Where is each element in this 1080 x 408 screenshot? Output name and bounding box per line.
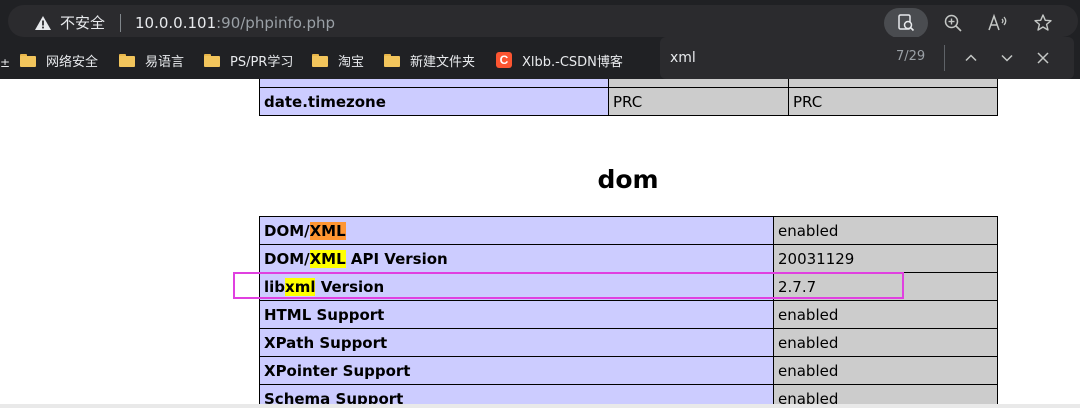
page-bottom-edge xyxy=(0,404,1080,408)
url-box[interactable]: 不安全 10.0.0.101:90/phpinfo.php xyxy=(8,5,1078,38)
directive-value: enabled xyxy=(773,300,998,329)
csdn-icon: C xyxy=(496,52,512,68)
read-aloud-icon xyxy=(988,13,1007,31)
url-path: :90/phpinfo.php xyxy=(216,14,336,32)
bookmark-label: PS/PR学习 xyxy=(230,54,294,70)
directive-name: XPointer Support xyxy=(259,356,774,385)
directive-value: enabled xyxy=(773,328,998,357)
find-bar: 7/29 xyxy=(660,37,1074,79)
folder-icon xyxy=(119,53,135,67)
bookmark-label: 淘宝 xyxy=(338,54,365,70)
find-input[interactable] xyxy=(670,48,890,68)
url-host: 10.0.0.101 xyxy=(135,14,217,32)
folder-icon xyxy=(312,53,328,67)
table-row: XPointer Support enabled xyxy=(259,356,998,385)
chevron-up-icon xyxy=(965,54,977,62)
bookmark-label: 易语言 xyxy=(145,54,185,70)
zoom-button[interactable] xyxy=(938,8,968,38)
bookmark-label: 新建文件夹 xyxy=(410,54,476,70)
bookmark-label: 网络安全 xyxy=(46,54,99,70)
table-row: date.timezone PRC PRC xyxy=(259,87,998,116)
directive-name: DOM/XML API Version xyxy=(259,244,774,273)
directive-name: date.timezone xyxy=(259,87,609,116)
directive-name: XPath Support xyxy=(259,328,774,357)
master-value: PRC xyxy=(788,87,998,116)
read-mode-button[interactable] xyxy=(884,8,928,38)
find-highlight: XML xyxy=(309,249,346,268)
bookmark-pspr[interactable]: PS/PR学习 xyxy=(204,50,293,70)
table-row: HTML Support enabled xyxy=(259,300,998,329)
directive-name: DOM/XML xyxy=(259,216,774,245)
annotation-highlight-box xyxy=(233,272,904,299)
directive-text: API Version xyxy=(345,249,448,268)
read-aloud-button[interactable] xyxy=(983,8,1013,38)
bookmark-csdn-blog[interactable]: C Xlbb.-CSDN博客 xyxy=(496,50,623,70)
table-row: XPath Support enabled xyxy=(259,328,998,357)
close-icon xyxy=(1037,52,1049,64)
chevron-down-icon xyxy=(1001,54,1013,62)
bookmarks-overflow[interactable]: ± xyxy=(0,56,10,70)
url-separator xyxy=(120,14,121,32)
find-match-count: 7/29 xyxy=(896,49,926,64)
bookmark-wangluo-anquan[interactable]: 网络安全 xyxy=(20,50,98,70)
folder-icon xyxy=(20,53,36,67)
bookmark-taobao[interactable]: 淘宝 xyxy=(312,50,364,70)
page-search-icon xyxy=(898,14,915,32)
local-value: PRC xyxy=(608,87,789,116)
folder-icon xyxy=(384,53,400,67)
find-previous-button[interactable] xyxy=(959,46,983,70)
date-config-table: date.timezone PRC PRC xyxy=(259,79,998,116)
table-row: DOM/XML API Version 20031129 xyxy=(259,244,998,273)
dom-table: DOM/XML enabled DOM/XML API Version 2003… xyxy=(259,216,998,408)
table-row xyxy=(259,79,998,88)
bookmark-new-folder[interactable]: 新建文件夹 xyxy=(384,50,475,70)
find-next-button[interactable] xyxy=(995,46,1019,70)
directive-value: 20031129 xyxy=(773,244,998,273)
bookmark-yiyuyan[interactable]: 易语言 xyxy=(119,50,184,70)
folder-icon xyxy=(204,53,220,67)
directive-value: enabled xyxy=(773,356,998,385)
warning-icon[interactable] xyxy=(34,15,52,31)
section-title: dom xyxy=(597,165,659,194)
find-separator xyxy=(944,45,945,71)
find-close-button[interactable] xyxy=(1031,46,1055,70)
table-row: DOM/XML enabled xyxy=(259,216,998,245)
directive-value: enabled xyxy=(773,216,998,245)
address-bar: 不安全 10.0.0.101:90/phpinfo.php xyxy=(0,3,1080,39)
table-cell-hidden xyxy=(608,79,789,88)
directive-name: HTML Support xyxy=(259,300,774,329)
bookmark-label: Xlbb.-CSDN博客 xyxy=(522,54,623,70)
star-icon xyxy=(1034,14,1052,31)
directive-text: DOM/ xyxy=(264,221,310,240)
url-text[interactable]: 10.0.0.101:90/phpinfo.php xyxy=(135,14,335,32)
zoom-in-icon xyxy=(944,14,962,32)
phpinfo-page: date.timezone PRC PRC dom DOM/XML enable… xyxy=(0,79,1080,408)
find-highlight-active: XML xyxy=(309,221,346,240)
favorite-button[interactable] xyxy=(1028,8,1058,38)
table-cell-hidden xyxy=(788,79,998,88)
security-label[interactable]: 不安全 xyxy=(60,14,105,32)
directive-text: DOM/ xyxy=(264,249,310,268)
table-cell-hidden xyxy=(259,79,609,88)
